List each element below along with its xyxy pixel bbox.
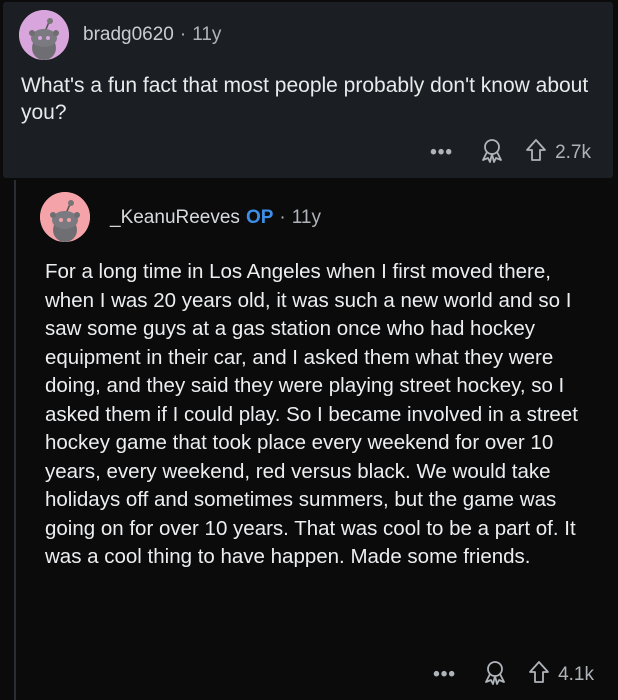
post-title[interactable]: What's a fun fact that most people proba… [21, 72, 591, 126]
comment-upvote-count: 4.1k [558, 664, 594, 685]
post-meta: bradg0620 · 11y [83, 24, 221, 46]
upvote-arrow-icon[interactable] [528, 660, 558, 690]
post-actions: ••• 2.7k [430, 137, 591, 169]
post-card[interactable]: bradg0620 · 11y What's a fun fact that mos… [3, 2, 613, 178]
post-upvote-count: 2.7k [555, 142, 591, 163]
meta-separator: · [179, 24, 187, 45]
more-options-icon[interactable]: ••• [433, 665, 456, 684]
post-age: 11y [192, 24, 222, 45]
snoo-avatar-icon[interactable] [19, 10, 69, 60]
comment-body: For a long time in Los Angeles when I fi… [45, 260, 578, 568]
snoo-avatar-icon[interactable] [40, 192, 90, 242]
award-icon[interactable] [482, 659, 528, 691]
comment-username[interactable]: _KeanuReeves [110, 207, 240, 228]
op-badge: OP [245, 207, 274, 228]
meta-separator: · [279, 207, 286, 228]
thread-line[interactable] [14, 180, 16, 700]
more-options-icon[interactable]: ••• [430, 143, 453, 162]
screenshot-frame: bradg0620 · 11y What's a fun fact that mos… [0, 0, 618, 700]
comment-meta: _KeanuReeves OP · 11y [110, 207, 321, 229]
comment-actions: ••• 4.1k [433, 659, 594, 691]
post-username[interactable]: bradg0620 [83, 24, 174, 45]
award-icon[interactable] [479, 137, 525, 169]
upvote-arrow-icon[interactable] [525, 138, 555, 168]
comment-age: 11y [291, 207, 321, 228]
